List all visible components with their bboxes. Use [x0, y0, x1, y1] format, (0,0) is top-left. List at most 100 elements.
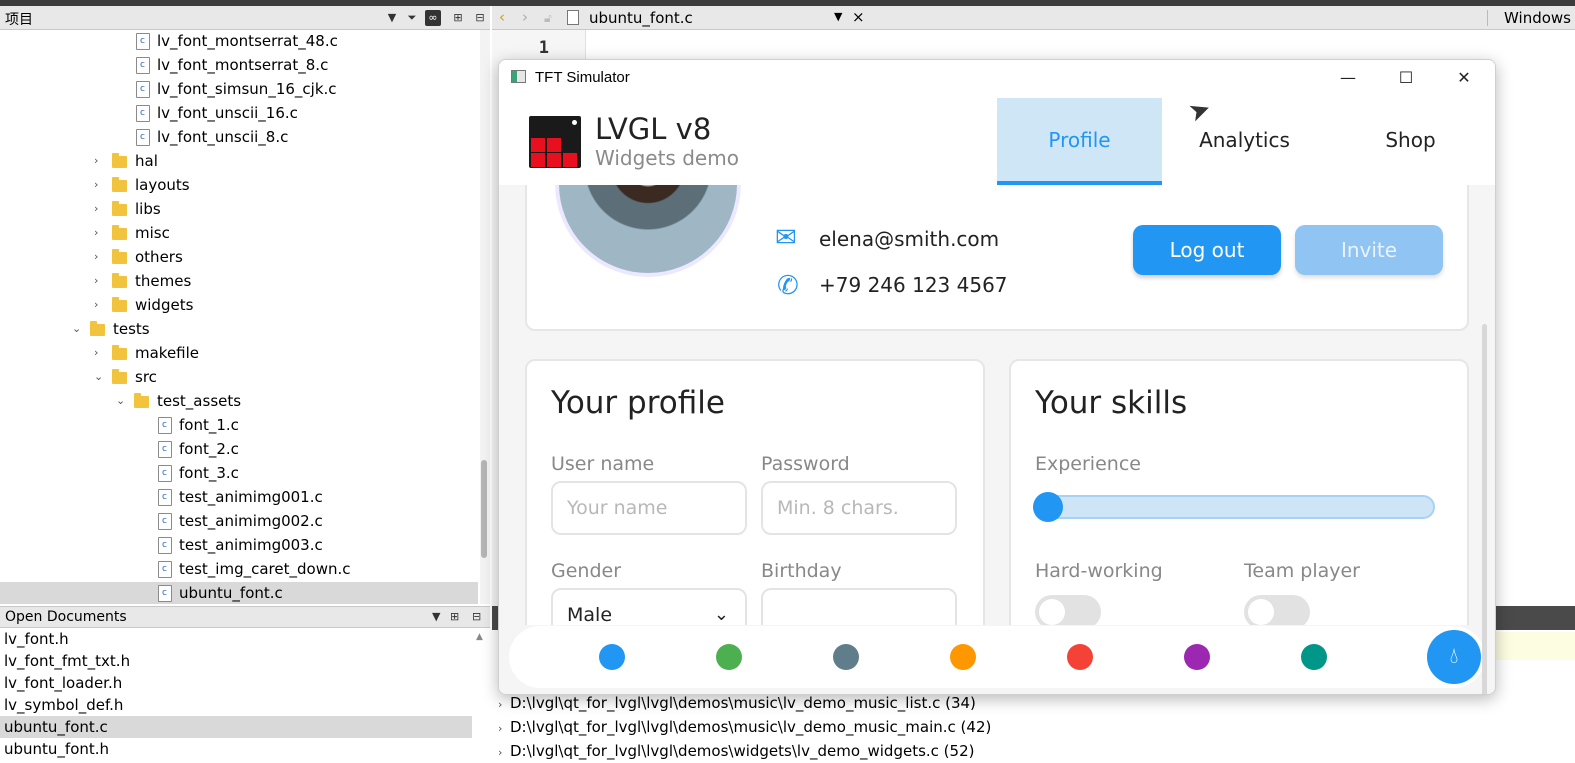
tree-file[interactable]: font_2.c	[0, 438, 478, 462]
tree-file[interactable]: font_3.c	[0, 462, 478, 486]
teamplayer-switch[interactable]	[1244, 595, 1310, 625]
chevron-right-icon[interactable]: ›	[498, 746, 510, 759]
view-dropdown-icon[interactable]: ▼	[384, 10, 400, 26]
split-icon[interactable]: ⊞	[450, 610, 459, 623]
tree-file[interactable]: lv_font_simsun_16_cjk.c	[0, 78, 478, 102]
minimize-icon[interactable]: —	[1333, 66, 1363, 90]
line-ending-selector[interactable]: Windows	[1504, 9, 1571, 27]
tree-file[interactable]: test_img_caret_down.c	[0, 558, 478, 582]
chevron-right-icon[interactable]: ›	[94, 250, 104, 263]
chevron-down-icon[interactable]: ⌄	[94, 370, 104, 383]
file-dropdown-icon[interactable]: ▼	[834, 10, 842, 23]
tree-file[interactable]: font_1.c	[0, 414, 478, 438]
tree-folder[interactable]: › libs	[0, 198, 478, 222]
chevron-right-icon[interactable]: ›	[498, 698, 510, 711]
color-swatch[interactable]	[1067, 644, 1093, 670]
tree-file[interactable]: lv_font_unscii_16.c	[0, 102, 478, 126]
close-icon[interactable]: ✕	[1449, 66, 1479, 90]
chevron-right-icon[interactable]: ›	[94, 298, 104, 311]
tree-file[interactable]: test_animimg001.c	[0, 486, 478, 510]
color-swatch[interactable]	[599, 644, 625, 670]
open-document-item[interactable]: lv_font.h	[0, 628, 472, 650]
tree-folder[interactable]: ⌄ test_assets	[0, 390, 478, 414]
split-icon[interactable]: ⊞	[450, 10, 466, 26]
editor-file-name[interactable]: ubuntu_font.c	[589, 9, 693, 27]
tree-file[interactable]: lv_font_montserrat_48.c	[0, 30, 478, 54]
birthday-input[interactable]	[761, 588, 957, 625]
tree-file[interactable]: lv_font_montserrat_8.c	[0, 54, 478, 78]
open-document-item[interactable]: lv_symbol_def.h	[0, 694, 472, 716]
open-document-item[interactable]: lv_font_fmt_txt.h	[0, 650, 472, 672]
open-document-item[interactable]: lv_font_loader.h	[0, 672, 472, 694]
logout-button[interactable]: Log out	[1133, 225, 1281, 275]
folder-icon	[112, 201, 127, 216]
folder-icon	[90, 321, 105, 336]
tree-folder[interactable]: › widgets	[0, 294, 478, 318]
open-document-item[interactable]: ubuntu_font.c	[0, 716, 472, 738]
simulator-title: TFT Simulator	[535, 69, 630, 86]
chevron-right-icon[interactable]: ›	[94, 274, 104, 287]
profile-content[interactable]: ✉ elena@smith.com ✆ +79 246 123 4567 Log…	[499, 185, 1495, 625]
experience-slider-knob[interactable]	[1033, 492, 1063, 522]
gender-dropdown[interactable]: Male ⌄	[551, 588, 747, 625]
tree-folder[interactable]: › layouts	[0, 174, 478, 198]
password-input[interactable]: Min. 8 chars.	[761, 481, 957, 535]
tree-folder[interactable]: › makefile	[0, 342, 478, 366]
search-result-row[interactable]: › D:\lvgl\qt_for_lvgl\lvgl\demos\music\lv…	[498, 694, 976, 712]
tab-shop[interactable]: Shop	[1328, 98, 1493, 185]
maximize-icon[interactable]: ☐	[1391, 66, 1421, 90]
color-swatch[interactable]	[1301, 644, 1327, 670]
avatar	[555, 185, 741, 277]
open-documents-header: Open Documents ▼ ⊞ ⊟	[0, 606, 490, 628]
experience-slider[interactable]	[1035, 495, 1435, 519]
tree-item-label: src	[135, 368, 157, 386]
phone-text: +79 246 123 4567	[819, 273, 1008, 297]
color-swatch[interactable]	[716, 644, 742, 670]
gender-label: Gender	[551, 560, 622, 582]
project-scrollbar[interactable]	[480, 30, 490, 604]
chevron-right-icon[interactable]: ›	[498, 722, 510, 735]
simulator-titlebar[interactable]: TFT Simulator — ☐ ✕	[499, 60, 1495, 96]
forward-arrow-icon[interactable]: ›	[522, 8, 528, 26]
back-arrow-icon[interactable]: ‹	[499, 8, 505, 26]
dropdown-icon[interactable]: ▼	[432, 610, 440, 623]
simulator-scrollbar[interactable]	[1482, 324, 1487, 694]
search-result-row[interactable]: › D:\lvgl\qt_for_lvgl\lvgl\demos\music\lv…	[498, 718, 991, 736]
chevron-down-icon[interactable]: ⌄	[72, 322, 82, 335]
tab-profile[interactable]: Profile	[997, 98, 1162, 185]
color-swatch[interactable]	[833, 644, 859, 670]
tree-file[interactable]: test_animimg002.c	[0, 510, 478, 534]
chevron-right-icon[interactable]: ›	[94, 154, 104, 167]
tree-file[interactable]: lv_font_unscii_8.c	[0, 126, 478, 150]
chevron-right-icon[interactable]: ›	[94, 226, 104, 239]
project-scroll-thumb[interactable]	[481, 460, 487, 558]
tree-file[interactable]: ubuntu_font.c	[0, 582, 478, 604]
droplet-icon[interactable]: 💧︎	[1427, 630, 1481, 684]
tree-item-label: test_animimg002.c	[179, 512, 323, 530]
tree-folder[interactable]: ⌄ tests	[0, 318, 478, 342]
color-swatch[interactable]	[1184, 644, 1210, 670]
close-pane-icon[interactable]: ⊟	[472, 10, 488, 26]
filter-icon[interactable]: ⏷	[404, 10, 420, 26]
open-document-item[interactable]: ubuntu_font.h	[0, 738, 472, 760]
tree-folder[interactable]: ⌄ src	[0, 366, 478, 390]
search-result-row[interactable]: › D:\lvgl\qt_for_lvgl\lvgl\demos\widgets\…	[498, 742, 974, 760]
chevron-right-icon[interactable]: ›	[94, 178, 104, 191]
tree-folder[interactable]: › others	[0, 246, 478, 270]
tree-file[interactable]: test_animimg003.c	[0, 534, 478, 558]
hardworking-switch[interactable]	[1035, 595, 1101, 625]
tab-analytics[interactable]: Analytics	[1162, 98, 1327, 185]
color-swatch[interactable]	[950, 644, 976, 670]
close-pane-icon[interactable]: ⊟	[472, 610, 481, 623]
invite-button[interactable]: Invite	[1295, 225, 1443, 275]
chevron-right-icon[interactable]: ›	[94, 346, 104, 359]
username-input[interactable]: Your name	[551, 481, 747, 535]
tree-folder[interactable]: › themes	[0, 270, 478, 294]
tree-folder[interactable]: › misc	[0, 222, 478, 246]
tree-folder[interactable]: › hal	[0, 150, 478, 174]
scroll-up-icon[interactable]: ▲	[476, 632, 483, 642]
chevron-down-icon[interactable]: ⌄	[116, 394, 126, 407]
close-file-icon[interactable]: ×	[852, 8, 865, 26]
link-icon[interactable]: ∞	[425, 10, 441, 26]
chevron-right-icon[interactable]: ›	[94, 202, 104, 215]
